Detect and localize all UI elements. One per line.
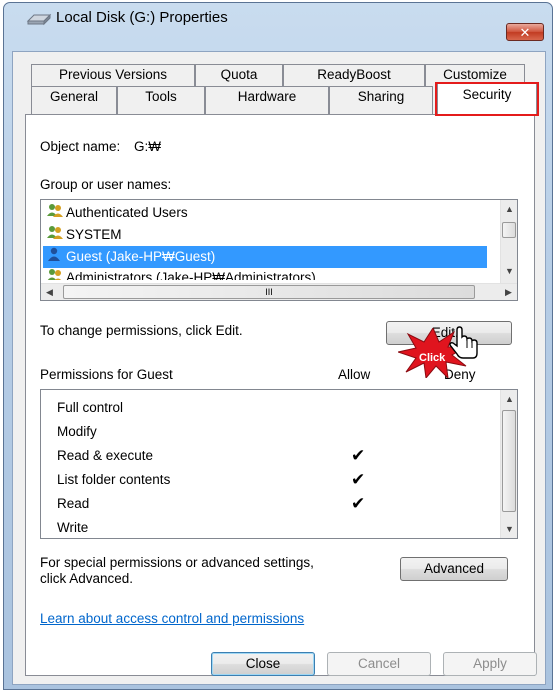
tab-highlight-box bbox=[435, 82, 539, 116]
tab-sharing[interactable]: Sharing bbox=[329, 86, 433, 114]
permission-write: Write bbox=[57, 520, 89, 535]
scroll-up-arrow-icon[interactable]: ▲ bbox=[501, 394, 517, 404]
tab-tools[interactable]: Tools bbox=[117, 86, 205, 114]
users-group-icon bbox=[46, 224, 66, 246]
apply-button[interactable]: Apply bbox=[443, 652, 537, 676]
list-item[interactable]: SYSTEM bbox=[43, 224, 487, 246]
security-tab-panel: Object name: G:₩ Group or user names: Au… bbox=[25, 114, 535, 676]
scroll-thumb[interactable] bbox=[502, 410, 516, 512]
special-permissions-text-line2: click Advanced. bbox=[40, 571, 134, 586]
drive-icon bbox=[26, 13, 52, 26]
window-title: Local Disk (G:) Properties bbox=[56, 9, 228, 26]
allow-column-header: Allow bbox=[338, 367, 371, 382]
permission-read-execute: Read & execute bbox=[57, 448, 154, 463]
permission-list-folder-contents: List folder contents bbox=[57, 472, 171, 487]
group-list-horizontal-scrollbar[interactable]: ◀ III ▶ bbox=[41, 283, 517, 300]
tab-previous-versions[interactable]: Previous Versions bbox=[31, 64, 195, 86]
list-item[interactable]: Authenticated Users bbox=[43, 202, 487, 224]
permissions-list[interactable]: Full control Modify Read & execute ✔ Lis… bbox=[40, 389, 518, 539]
close-button[interactable]: Close bbox=[211, 652, 315, 676]
allow-check-icon: ✔ bbox=[351, 494, 366, 513]
scroll-down-arrow-icon[interactable]: ▼ bbox=[501, 266, 518, 276]
list-item-label: SYSTEM bbox=[66, 227, 122, 242]
scroll-thumb[interactable] bbox=[502, 222, 516, 238]
object-name-label: Object name: bbox=[40, 139, 121, 154]
scroll-grip: III bbox=[265, 287, 273, 297]
scroll-down-arrow-icon[interactable]: ▼ bbox=[501, 524, 517, 534]
list-item[interactable]: Administrators (Jake-HP₩Administrators) bbox=[43, 268, 487, 280]
scroll-thumb[interactable]: III bbox=[63, 285, 475, 299]
scroll-up-arrow-icon[interactable]: ▲ bbox=[501, 204, 518, 214]
list-item-label: Authenticated Users bbox=[66, 205, 188, 220]
tab-readyboost[interactable]: ReadyBoost bbox=[283, 64, 425, 86]
tab-hardware[interactable]: Hardware bbox=[205, 86, 329, 114]
list-item-label: Administrators (Jake-HP₩Administrators) bbox=[66, 270, 316, 280]
group-names-label: Group or user names: bbox=[40, 177, 172, 192]
list-item-selected[interactable]: Guest (Jake-HP₩Guest) bbox=[43, 246, 487, 268]
learn-access-control-link[interactable]: Learn about access control and permissio… bbox=[40, 611, 304, 626]
list-item-label: Guest (Jake-HP₩Guest) bbox=[66, 249, 216, 264]
allow-check-icon: ✔ bbox=[351, 470, 366, 489]
permission-full-control: Full control bbox=[57, 400, 124, 415]
permission-modify: Modify bbox=[57, 424, 97, 439]
permission-read: Read bbox=[57, 496, 90, 511]
cancel-button[interactable]: Cancel bbox=[327, 652, 431, 676]
allow-check-icon: ✔ bbox=[351, 446, 366, 465]
click-annotation-label: Click bbox=[419, 352, 446, 364]
users-group-icon bbox=[46, 268, 66, 280]
permissions-header: Permissions for Guest bbox=[40, 367, 173, 382]
special-permissions-text-line1: For special permissions or advanced sett… bbox=[40, 555, 314, 570]
object-name-value: G:₩ bbox=[134, 139, 161, 154]
tab-quota[interactable]: Quota bbox=[195, 64, 283, 86]
window-close-button[interactable]: ✕ bbox=[506, 23, 544, 41]
user-icon bbox=[46, 246, 66, 268]
hand-cursor-icon bbox=[449, 326, 478, 359]
advanced-button[interactable]: Advanced bbox=[400, 557, 508, 581]
group-user-list[interactable]: Authenticated Users SYSTEM Guest (Jake-H… bbox=[40, 199, 518, 301]
scroll-right-arrow-icon[interactable]: ▶ bbox=[500, 287, 517, 298]
title-bar[interactable]: Local Disk (G:) Properties ✕ bbox=[4, 3, 552, 41]
permissions-vertical-scrollbar[interactable]: ▲ ▼ bbox=[500, 390, 517, 538]
users-group-icon bbox=[46, 202, 66, 224]
change-permissions-text: To change permissions, click Edit. bbox=[40, 323, 243, 338]
tab-general[interactable]: General bbox=[31, 86, 117, 114]
group-list-vertical-scrollbar[interactable]: ▲ ▼ bbox=[500, 200, 517, 283]
scroll-left-arrow-icon[interactable]: ◀ bbox=[41, 287, 58, 298]
